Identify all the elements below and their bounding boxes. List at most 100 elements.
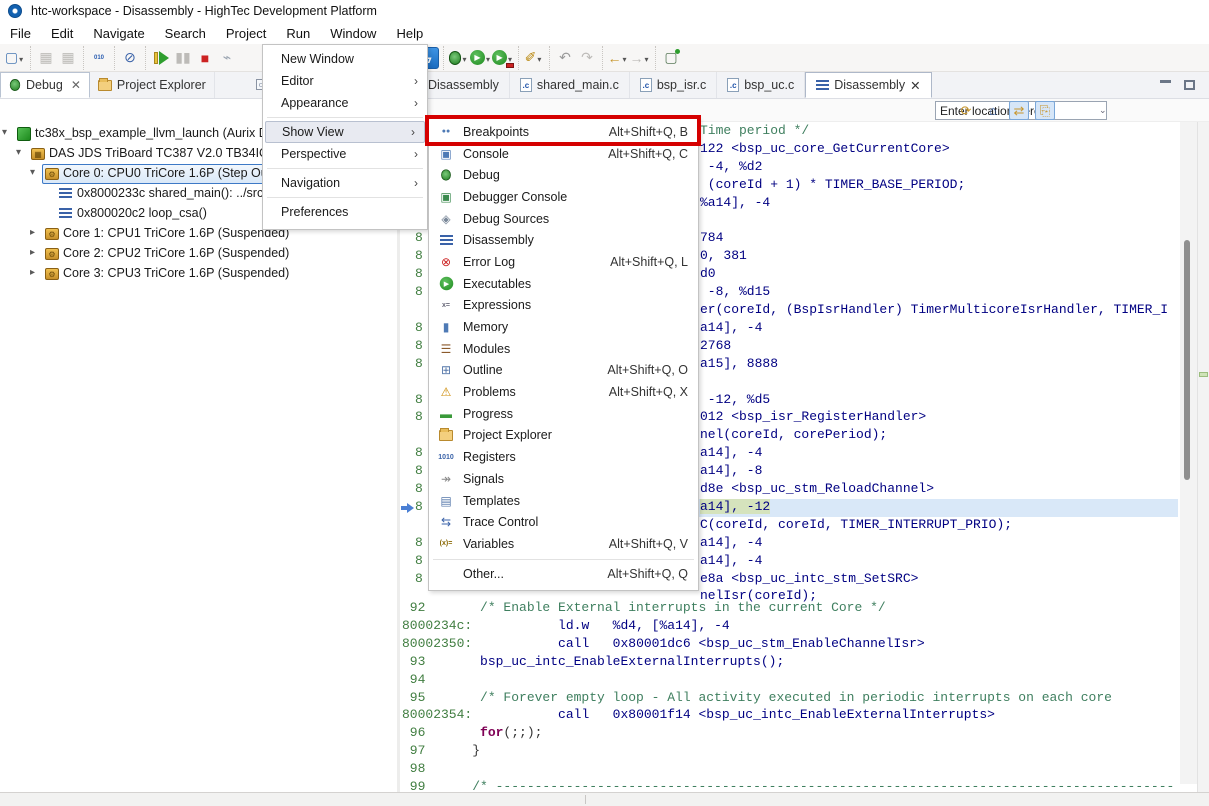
build-binary-icon[interactable]: 010 (88, 47, 110, 69)
vertical-scrollbar-thumb[interactable] (1184, 240, 1190, 480)
sync-context-icon[interactable]: ⇄ (1009, 101, 1029, 120)
save-all-icon[interactable]: ▦ (57, 47, 79, 69)
show-view-item-templates[interactable]: ▤Templates (429, 490, 698, 512)
gutter-address-digit: 8 (415, 553, 423, 568)
code-text: er(coreId, (BspIsrHandler) TimerMulticor… (700, 302, 1168, 317)
editor-tab-shared_main-c[interactable]: .cshared_main.c (510, 72, 630, 98)
profile-icon[interactable]: ▶▾ (492, 47, 514, 69)
show-view-item-signals[interactable]: ↠Signals (429, 468, 698, 490)
show-view-item-memory[interactable]: ▮Memory (429, 316, 698, 338)
show-view-item-variables[interactable]: (x)=VariablesAlt+Shift+Q, V (429, 533, 698, 555)
resume-icon[interactable] (150, 47, 172, 69)
folder-icon (98, 80, 112, 91)
menu-item-appearance[interactable]: Appearance› (263, 92, 427, 114)
menu-project[interactable]: Project (216, 22, 276, 44)
trace-control-icon: ⇆ (437, 514, 455, 530)
tree-row-label: 0x8000233c shared_main(): ../src/ (77, 186, 267, 200)
show-view-item-modules[interactable]: ☰Modules (429, 338, 698, 360)
show-view-item-trace-control[interactable]: ⇆Trace Control (429, 511, 698, 533)
new-wizard-icon[interactable]: ▢▾ (4, 47, 26, 69)
cpu-core-icon: ⚙ (45, 168, 59, 180)
suspend-icon[interactable]: ▮▮ (172, 47, 194, 69)
editor-tab-disassembly[interactable]: Disassembly✕ (805, 72, 931, 98)
gutter-address-digit: 8 (415, 535, 423, 550)
show-view-item-registers[interactable]: 1010Registers (429, 446, 698, 468)
menu-run[interactable]: Run (276, 22, 320, 44)
track-expression-icon[interactable]: ⎘ (1035, 101, 1055, 120)
last-edit-location-icon[interactable]: ↶ (554, 47, 576, 69)
close-icon[interactable]: ✕ (71, 78, 81, 92)
expander-closed-icon[interactable]: ▸ (30, 227, 35, 238)
minimize-icon[interactable] (1160, 80, 1171, 83)
menu-separator (263, 194, 427, 201)
back-icon[interactable]: ←▾ (607, 47, 629, 69)
show-view-item-project-explorer[interactable]: Project Explorer (429, 425, 698, 447)
menu-window[interactable]: Window (320, 22, 386, 44)
debug-icon[interactable]: ▾ (448, 47, 470, 69)
show-view-item-executables[interactable]: ▶Executables (429, 273, 698, 295)
home-icon[interactable]: ⌂ (983, 101, 1003, 120)
menu-item-navigation[interactable]: Navigation› (263, 172, 427, 194)
show-view-item-debug-sources[interactable]: ◈Debug Sources (429, 208, 698, 230)
next-edit-location-icon[interactable]: ↷ (576, 47, 598, 69)
menu-search[interactable]: Search (155, 22, 216, 44)
show-view-item-debug[interactable]: Debug (429, 164, 698, 186)
gutter-address-digit: 8 (415, 463, 423, 478)
expander-open-icon[interactable]: ▾ (30, 167, 35, 178)
gutter-address-digit: 8 (415, 230, 423, 245)
show-view-item-disassembly[interactable]: Disassembly (429, 229, 698, 251)
show-view-item-progress[interactable]: ▬Progress (429, 403, 698, 425)
show-view-item-problems[interactable]: ⚠ProblemsAlt+Shift+Q, X (429, 381, 698, 403)
menu-item-label: Progress (463, 407, 688, 421)
external-tools-icon[interactable]: ✐▾ (523, 47, 545, 69)
expander-closed-icon[interactable]: ▸ (30, 267, 35, 278)
editor-tab-bsp_uc-c[interactable]: .cbsp_uc.c (717, 72, 805, 98)
menu-edit[interactable]: Edit (41, 22, 83, 44)
show-view-item-outline[interactable]: ⊞OutlineAlt+Shift+Q, O (429, 360, 698, 382)
menu-file[interactable]: File (0, 22, 41, 44)
menu-help[interactable]: Help (386, 22, 433, 44)
run-icon[interactable]: ▶▾ (470, 47, 492, 69)
show-view-item-debugger-console[interactable]: ▣Debugger Console (429, 186, 698, 208)
stack-frame-icon (59, 188, 72, 199)
disconnect-icon[interactable]: ⌁ (216, 47, 238, 69)
menu-item-perspective[interactable]: Perspective› (263, 143, 427, 165)
pin-editor-icon[interactable]: ▢ (660, 47, 682, 69)
disassembly-icon (816, 80, 829, 91)
editor-tab-bsp_isr-c[interactable]: .cbsp_isr.c (630, 72, 717, 98)
terminate-icon[interactable]: ■ (194, 47, 216, 69)
menu-item-label: Breakpoints (463, 125, 609, 139)
save-icon[interactable]: ▦ (35, 47, 57, 69)
menu-item-show-view[interactable]: Show View› (265, 121, 425, 143)
forward-icon[interactable]: →▾ (629, 47, 651, 69)
menu-item-preferences[interactable]: Preferences (263, 201, 427, 223)
show-view-item-expressions[interactable]: x=Expressions (429, 295, 698, 317)
show-view-item-console[interactable]: ▣ConsoleAlt+Shift+Q, C (429, 143, 698, 165)
expander-open-icon[interactable]: ▾ (2, 127, 7, 138)
menu-item-label: Executables (463, 277, 688, 291)
expander-closed-icon[interactable]: ▸ (30, 247, 35, 258)
expander-open-icon[interactable]: ▾ (16, 147, 21, 158)
maximize-icon[interactable] (1184, 80, 1195, 90)
code-text: %a14], -4 (700, 195, 770, 210)
chevron-down-icon[interactable]: ⌄ (1099, 105, 1111, 116)
skip-all-breakpoints-icon[interactable]: ⊘ (119, 47, 141, 69)
overview-marker[interactable] (1199, 372, 1208, 377)
show-view-item-breakpoints[interactable]: ●●BreakpointsAlt+Shift+Q, B (429, 121, 698, 143)
tree-row[interactable]: ▸⚙Core 2: CPU2 TriCore 1.6P (Suspended) (0, 244, 397, 264)
menu-item-editor[interactable]: Editor› (263, 70, 427, 92)
menu-separator (263, 165, 427, 172)
show-view-item-other---[interactable]: Other...Alt+Shift+Q, Q (429, 563, 698, 585)
menu-navigate[interactable]: Navigate (83, 22, 154, 44)
menu-item-new-window[interactable]: New Window (263, 48, 427, 70)
refresh-view-icon[interactable]: ⟳ (956, 101, 976, 120)
view-tab-project-explorer[interactable]: Project Explorer (90, 72, 215, 98)
tree-row[interactable]: ▸⚙Core 3: CPU3 TriCore 1.6P (Suspended) (0, 264, 397, 284)
editor-tab-label: bsp_uc.c (744, 78, 794, 92)
show-view-item-error-log[interactable]: ⊗Error LogAlt+Shift+Q, L (429, 251, 698, 273)
instruction-pointer-icon (401, 503, 414, 513)
view-tab-debug[interactable]: Debug✕ (0, 72, 90, 98)
menu-item-label: Outline (463, 363, 607, 377)
close-icon[interactable]: ✕ (910, 78, 920, 93)
menu-item-label: Error Log (463, 255, 610, 269)
